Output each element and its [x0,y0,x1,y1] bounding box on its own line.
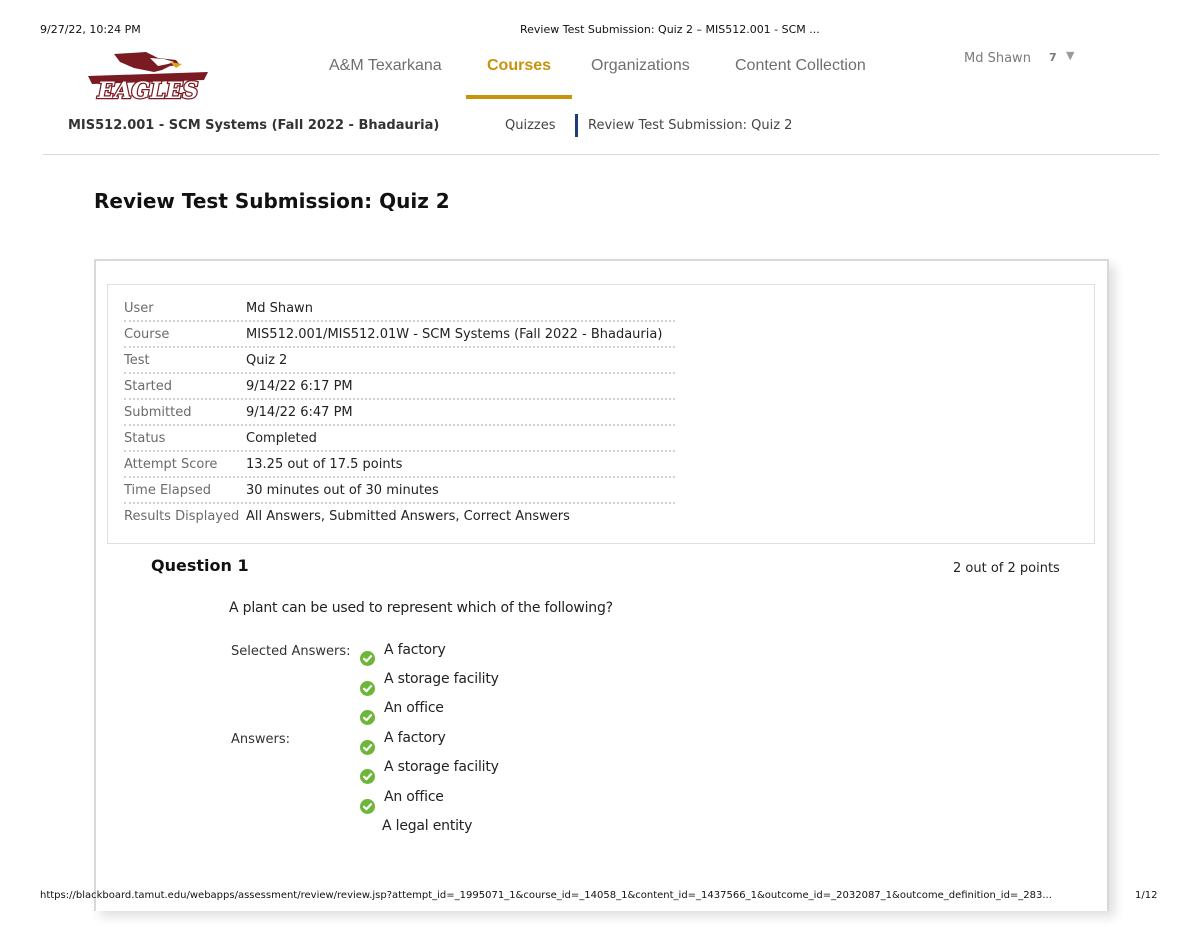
correct-check-icon [360,799,375,814]
correct-check-icon [360,681,375,696]
detail-label: Results Displayed [124,509,240,524]
answer-item: A legal entity [382,818,473,834]
question-title: Question 1 [151,556,249,575]
detail-row-time-elapsed: Time Elapsed 30 minutes out of 30 minute… [124,478,675,504]
question-points: 2 out of 2 points [953,561,1060,576]
detail-value: MIS512.001/MIS512.01W - SCM Systems (Fal… [246,327,663,342]
detail-value: 9/14/22 6:47 PM [246,405,353,420]
detail-label: Started [124,379,173,394]
eagle-logo-icon: EAGLES [88,52,208,105]
detail-value: 13.25 out of 17.5 points [246,457,403,472]
correct-check-icon [360,651,375,666]
detail-label: Test [124,353,150,368]
selected-answer-item: A factory [384,642,446,658]
detail-row-results-displayed: Results Displayed All Answers, Submitted… [124,504,675,530]
detail-row-status: Status Completed [124,426,675,452]
header-divider [43,154,1159,155]
detail-value: 30 minutes out of 30 minutes [246,483,439,498]
detail-label: Submitted [124,405,192,420]
question-text: A plant can be used to represent which o… [229,600,613,616]
detail-value: Completed [246,431,317,446]
detail-label: Status [124,431,166,446]
detail-value: 9/14/22 6:17 PM [246,379,353,394]
breadcrumb-quizzes[interactable]: Quizzes [505,118,556,133]
selected-answer-item: An office [384,700,444,716]
answer-item: A storage facility [384,759,499,775]
user-menu-caret-icon[interactable]: ▼ [1066,49,1074,62]
answer-item: A factory [384,730,446,746]
nav-organizations[interactable]: Organizations [591,57,690,75]
print-page-number: 1/12 [1135,890,1158,901]
nav-courses[interactable]: Courses [487,57,551,75]
detail-row-started: Started 9/14/22 6:17 PM [124,374,675,400]
detail-value: Md Shawn [246,301,313,316]
page-title: Review Test Submission: Quiz 2 [94,189,450,213]
correct-check-icon [360,740,375,755]
print-page-title: Review Test Submission: Quiz 2 – MIS512.… [520,23,820,36]
correct-check-icon [360,710,375,725]
detail-row-test: Test Quiz 2 [124,348,675,374]
detail-value: All Answers, Submitted Answers, Correct … [246,509,570,524]
detail-row-user: User Md Shawn [124,296,675,322]
notification-count-badge[interactable]: 7 [1049,51,1057,64]
eagles-logo[interactable]: EAGLES [84,50,212,105]
detail-label: Course [124,327,170,342]
detail-row-submitted: Submitted 9/14/22 6:47 PM [124,400,675,426]
course-title-link[interactable]: MIS512.001 - SCM Systems (Fall 2022 - Bh… [68,118,439,133]
selected-answers-label: Selected Answers: [231,644,351,659]
answer-item: An office [384,789,444,805]
nav-content-collection[interactable]: Content Collection [735,57,866,75]
detail-label: User [124,301,154,316]
user-menu-name[interactable]: Md Shawn [964,51,1031,66]
detail-label: Attempt Score [124,457,218,472]
detail-row-course: Course MIS512.001/MIS512.01W - SCM Syste… [124,322,675,348]
breadcrumb-separator [575,114,578,137]
active-tab-indicator [466,95,572,99]
nav-am-texarkana[interactable]: A&M Texarkana [329,57,442,75]
detail-label: Time Elapsed [124,483,212,498]
print-url: https://blackboard.tamut.edu/webapps/ass… [40,890,1052,901]
breadcrumb-current: Review Test Submission: Quiz 2 [588,118,793,133]
detail-value: Quiz 2 [246,353,288,368]
answers-label: Answers: [231,732,291,747]
correct-check-icon [360,769,375,784]
detail-row-attempt-score: Attempt Score 13.25 out of 17.5 points [124,452,675,478]
logo-text: EAGLES [97,78,199,102]
selected-answer-item: A storage facility [384,671,499,687]
print-datetime: 9/27/22, 10:24 PM [40,23,141,36]
